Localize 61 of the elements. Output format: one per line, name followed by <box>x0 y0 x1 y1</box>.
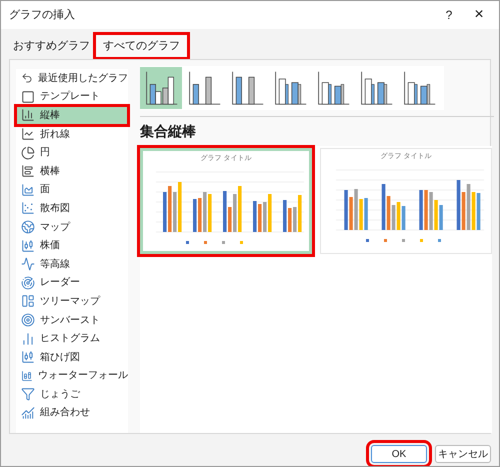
pie-chart-icon <box>21 146 35 160</box>
chart-type-item[interactable]: 組み合わせ <box>16 404 128 422</box>
legend-swatch <box>222 241 225 244</box>
legend-swatch <box>366 239 369 242</box>
line-chart-icon <box>21 127 35 142</box>
close-button[interactable]: × <box>467 7 491 23</box>
legend-swatch <box>402 239 405 242</box>
radar-icon <box>21 276 35 290</box>
chart-type-item[interactable]: テンプレート <box>16 88 128 106</box>
square-icon <box>21 90 35 104</box>
chart-type-item[interactable]: じょうご <box>16 385 128 404</box>
candlestick-chart-icon <box>21 238 35 253</box>
subtype-title: 集合縦棒 <box>140 122 197 141</box>
column-chart-icon <box>21 108 35 122</box>
chart-type-item[interactable]: 最近使用したグラフ <box>16 69 128 88</box>
column-chart-icon <box>229 70 265 106</box>
help-button[interactable]: ? <box>439 6 459 24</box>
3d-column-chart-icon <box>358 70 394 106</box>
legend-swatch <box>420 239 423 242</box>
chart-type-item[interactable]: ウォーターフォール <box>16 366 128 386</box>
window-title: グラフの挿入 <box>9 8 76 23</box>
chart-type-item[interactable]: レーダー <box>16 274 128 292</box>
chart-type-item[interactable]: 等高線 <box>16 254 128 274</box>
chart-type-item[interactable]: 散布図 <box>16 199 128 218</box>
histogram-icon <box>21 332 35 346</box>
undo-icon <box>21 71 33 86</box>
chart-type-item[interactable]: マップ <box>16 218 128 236</box>
3d-column-chart-icon <box>272 70 308 106</box>
bar-chart-icon <box>21 164 35 178</box>
legend-swatch <box>240 241 243 244</box>
legend-swatch <box>204 241 207 244</box>
chart-subtype-button[interactable] <box>140 67 182 109</box>
chart-type-item[interactable]: 縦棒 <box>16 106 128 125</box>
chart-type-item[interactable]: ヒストグラム <box>16 329 128 348</box>
legend-swatch <box>438 239 441 242</box>
chart-type-item[interactable]: 面 <box>16 180 128 200</box>
chart-type-item[interactable]: 横棒 <box>16 162 128 181</box>
waterfall-chart-icon <box>21 368 33 383</box>
funnel-icon <box>21 387 35 402</box>
legend-swatch <box>186 241 189 244</box>
chart-type-item[interactable]: 折れ線 <box>16 124 128 144</box>
scatter-chart-icon <box>21 201 35 216</box>
chart-type-item[interactable]: 箱ひげ図 <box>16 348 128 366</box>
3d-column-chart-icon <box>315 70 351 106</box>
column-chart-icon <box>186 70 222 106</box>
3d-column-chart-icon <box>401 70 437 106</box>
column-chart-icon <box>143 70 179 106</box>
treemap-icon <box>21 294 35 308</box>
chart-type-item[interactable]: 株価 <box>16 236 128 255</box>
tab[interactable]: おすすめグラフ <box>9 33 94 59</box>
sunburst-icon <box>21 313 35 328</box>
chart-type-item[interactable]: 円 <box>16 143 128 162</box>
cancel-button[interactable]: キャンセル <box>435 445 491 463</box>
chart-type-item[interactable]: ツリーマップ <box>16 292 128 311</box>
chart-type-item[interactable]: サンバースト <box>16 310 128 330</box>
globe-icon <box>21 220 35 234</box>
tab[interactable]: すべてのグラフ <box>94 33 189 59</box>
legend-swatch <box>384 239 387 242</box>
box-plot-icon <box>21 350 35 364</box>
area-chart-icon <box>21 182 35 197</box>
combo-chart-icon <box>21 406 35 420</box>
